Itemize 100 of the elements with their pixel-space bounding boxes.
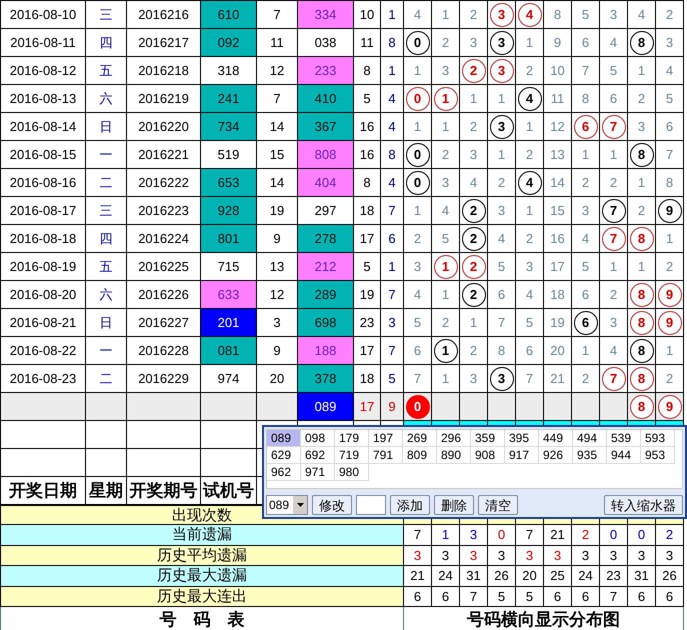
stat-value: 3 — [656, 545, 684, 566]
stat-value: 2 — [572, 524, 600, 545]
edit-button[interactable]: 修改 — [312, 495, 352, 515]
tail-cell: 4 — [380, 112, 404, 140]
miss-count: 1 — [638, 174, 646, 192]
issue-cell: 2016225 — [126, 252, 200, 280]
action-button[interactable]: 清空 — [478, 495, 518, 515]
number-option[interactable]: 269 — [403, 430, 437, 447]
number-option[interactable]: 692 — [301, 447, 335, 464]
miss-count: 4 — [442, 202, 450, 220]
stat-value: 0 — [600, 524, 628, 545]
number-option[interactable]: 197 — [369, 430, 403, 447]
draw-number-cell: 698 — [298, 308, 354, 336]
sum-cell: 5 — [354, 84, 380, 112]
stat-value: 31 — [628, 566, 656, 586]
weekday-cell: 日 — [86, 112, 126, 140]
sum-cell: 17 — [354, 392, 380, 420]
miss-count: 1 — [526, 34, 534, 52]
miss-count: 4 — [666, 62, 674, 80]
number-option[interactable]: 449 — [539, 430, 573, 447]
stat-value: 3 — [460, 545, 488, 566]
number-option[interactable]: 953 — [641, 447, 675, 464]
miss-count: 6 — [610, 90, 618, 108]
number-option[interactable]: 980 — [335, 464, 369, 481]
miss-count: 1 — [442, 286, 450, 304]
weekday-cell: 六 — [86, 280, 126, 308]
number-option[interactable]: 539 — [607, 430, 641, 447]
miss-count: 19 — [550, 314, 565, 332]
number-option[interactable]: 089 — [267, 430, 301, 447]
number-option[interactable]: 179 — [335, 430, 369, 447]
number-option[interactable]: 935 — [573, 447, 607, 464]
miss-count: 1 — [610, 146, 618, 164]
draw-number-cell: 188 — [298, 336, 354, 364]
number-option[interactable]: 593 — [641, 430, 675, 447]
number-option[interactable]: 494 — [573, 430, 607, 447]
column-header: 试机号 — [200, 476, 256, 504]
sum-cell: 10 — [354, 0, 380, 28]
miss-count: 1 — [582, 146, 590, 164]
stat-value: 3 — [432, 545, 460, 566]
number-option[interactable]: 971 — [301, 464, 335, 481]
test-number-cell: 653 — [200, 168, 256, 196]
miss-count: 1 — [498, 90, 506, 108]
date-cell: 2016-08-17 — [0, 196, 86, 224]
tail-cell: 8 — [380, 28, 404, 56]
issue-cell: 2016218 — [126, 56, 200, 84]
date-cell: 2016-08-21 — [0, 308, 86, 336]
transfer-button[interactable]: 转入缩水器 — [604, 495, 683, 515]
number-option[interactable]: 890 — [437, 447, 471, 464]
miss-count: 5 — [526, 314, 534, 332]
miss-count: 14 — [550, 174, 565, 192]
weekday-cell: 五 — [86, 56, 126, 84]
action-button[interactable]: 删除 — [434, 495, 474, 515]
miss-count: 4 — [582, 230, 590, 248]
miss-count: 1 — [470, 314, 478, 332]
test-number-cell: 241 — [200, 84, 256, 112]
miss-count: 20 — [550, 342, 565, 360]
stat-value: 7 — [460, 586, 488, 606]
weekday-cell: 六 — [86, 84, 126, 112]
tail-cell: 8 — [380, 140, 404, 168]
number-option[interactable]: 719 — [335, 447, 369, 464]
stat-value: 7 — [516, 524, 544, 545]
number-option[interactable]: 098 — [301, 430, 335, 447]
number-option[interactable]: 359 — [471, 430, 505, 447]
date-cell: 2016-08-19 — [0, 252, 86, 280]
number-option[interactable]: 296 — [437, 430, 471, 447]
number-option[interactable]: 926 — [539, 447, 573, 464]
input-field[interactable] — [356, 495, 386, 515]
date-cell: 2016-08-16 — [0, 168, 86, 196]
draw-number-cell: 233 — [298, 56, 354, 84]
number-option[interactable]: 908 — [471, 447, 505, 464]
stat-value: 23 — [600, 566, 628, 586]
miss-count: 1 — [414, 118, 422, 136]
tail-cell: 7 — [380, 280, 404, 308]
number-option[interactable]: 962 — [267, 464, 301, 481]
action-button[interactable]: 添加 — [390, 495, 430, 515]
miss-count: 5 — [498, 258, 506, 276]
draw-number-cell: 089 — [298, 392, 354, 420]
column-header: 开奖日期 — [0, 476, 86, 504]
miss-count: 4 — [610, 342, 618, 360]
stat-value: 0 — [628, 524, 656, 545]
miss-count: 3 — [470, 34, 478, 52]
number-option[interactable]: 917 — [505, 447, 539, 464]
number-option[interactable]: 944 — [607, 447, 641, 464]
stat-value: 24 — [572, 566, 600, 586]
number-option[interactable]: 791 — [369, 447, 403, 464]
miss-count: 3 — [666, 34, 674, 52]
number-option[interactable]: 395 — [505, 430, 539, 447]
weekday-cell: 五 — [86, 252, 126, 280]
tail-cell: 1 — [380, 252, 404, 280]
draw-number-cell: 367 — [298, 112, 354, 140]
sum-cell: 19 — [256, 196, 298, 224]
miss-count: 2 — [666, 370, 674, 388]
number-dropdown[interactable]: 089 — [266, 495, 308, 515]
miss-count: 4 — [470, 174, 478, 192]
draw-number-cell: 808 — [298, 140, 354, 168]
sum-cell: 19 — [354, 280, 380, 308]
number-option[interactable]: 629 — [267, 447, 301, 464]
number-option[interactable]: 809 — [403, 447, 437, 464]
weekday-cell: 三 — [86, 0, 126, 28]
miss-count: 1 — [442, 118, 450, 136]
